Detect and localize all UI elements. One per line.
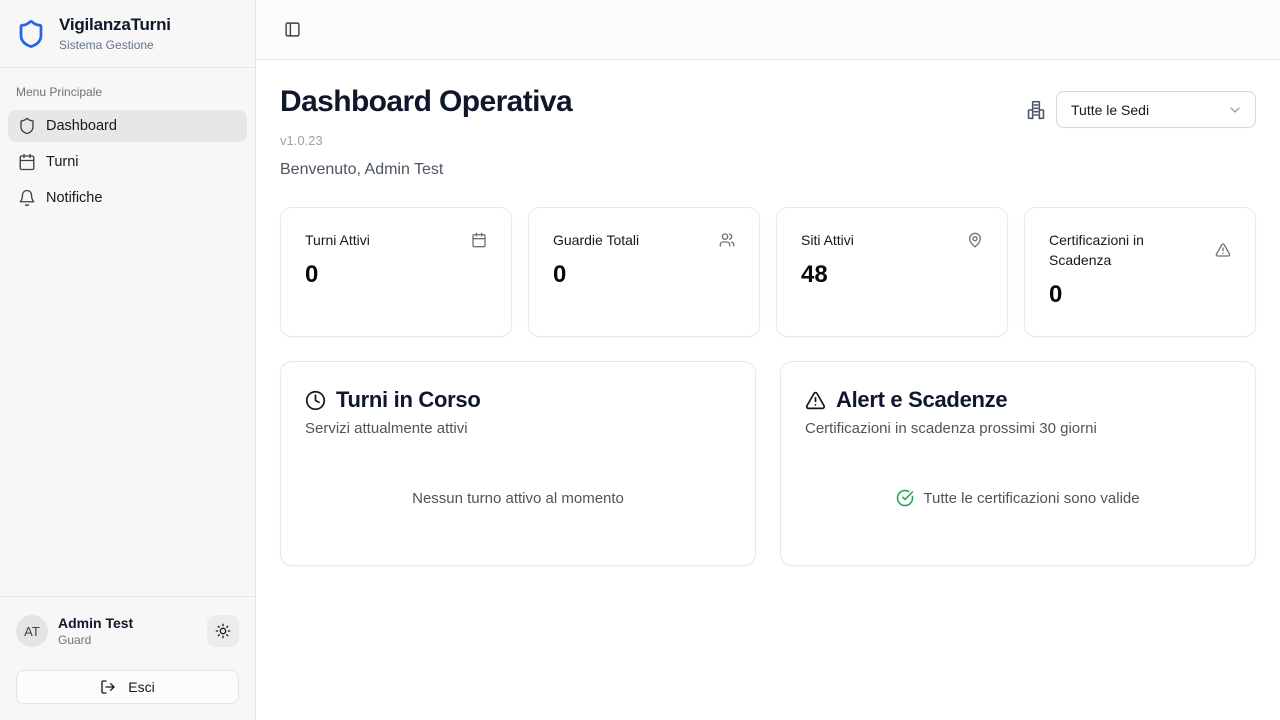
stat-value: 0 bbox=[553, 259, 735, 291]
logout-button[interactable]: Esci bbox=[16, 670, 239, 704]
stat-card-siti-attivi: Siti Attivi 48 bbox=[776, 207, 1008, 337]
stat-value: 0 bbox=[305, 259, 487, 291]
panel-left-icon bbox=[284, 21, 301, 38]
empty-state-message: Tutte le certificazioni sono valide bbox=[923, 490, 1139, 507]
panel-subtitle: Certificazioni in scadenza prossimi 30 g… bbox=[805, 420, 1231, 437]
logout-label: Esci bbox=[128, 679, 154, 695]
page-title: Dashboard Operativa bbox=[280, 84, 572, 120]
sidebar-item-label: Turni bbox=[46, 154, 79, 170]
panel-alert-scadenze: Alert e Scadenze Certificazioni in scade… bbox=[780, 361, 1256, 566]
sidebar-nav: Menu Principale Dashboard Turni bbox=[0, 68, 255, 596]
alert-triangle-icon bbox=[1215, 242, 1231, 258]
user-name: Admin Test bbox=[58, 615, 133, 633]
sidebar-item-notifiche[interactable]: Notifiche bbox=[8, 182, 247, 214]
calendar-icon bbox=[18, 153, 36, 171]
stat-label: Certificazioni in Scadenza bbox=[1049, 230, 1205, 270]
stat-label: Turni Attivi bbox=[305, 230, 370, 250]
stat-label: Guardie Totali bbox=[553, 230, 639, 250]
sidebar-item-label: Dashboard bbox=[46, 118, 117, 134]
shield-logo-icon bbox=[16, 19, 46, 49]
site-filter-select[interactable]: Tutte le Sedi bbox=[1056, 91, 1256, 128]
stats-row: Turni Attivi 0 Guardie Totali bbox=[280, 207, 1256, 337]
sun-icon bbox=[215, 623, 231, 639]
sidebar-item-dashboard[interactable]: Dashboard bbox=[8, 110, 247, 142]
stat-card-certificazioni: Certificazioni in Scadenza 0 bbox=[1024, 207, 1256, 337]
panel-title: Turni in Corso bbox=[336, 386, 481, 414]
app-subtitle: Sistema Gestione bbox=[59, 38, 171, 52]
panel-subtitle: Servizi attualmente attivi bbox=[305, 420, 731, 437]
stat-value: 0 bbox=[1049, 279, 1231, 311]
welcome-text: Benvenuto, Admin Test bbox=[280, 161, 572, 179]
shield-icon bbox=[18, 117, 36, 135]
logout-icon bbox=[100, 679, 116, 695]
sidebar-item-turni[interactable]: Turni bbox=[8, 146, 247, 178]
site-filter-value: Tutte le Sedi bbox=[1071, 102, 1149, 118]
stat-value: 48 bbox=[801, 259, 983, 291]
empty-state-message: Nessun turno attivo al momento bbox=[412, 490, 624, 507]
theme-toggle-button[interactable] bbox=[207, 615, 239, 647]
app-logo-block: VigilanzaTurni Sistema Gestione bbox=[0, 0, 255, 68]
dashboard-content: Dashboard Operativa v1.0.23 Benvenuto, A… bbox=[256, 60, 1280, 720]
map-pin-icon bbox=[967, 232, 983, 248]
nav-section-label: Menu Principale bbox=[8, 85, 247, 99]
app-title: VigilanzaTurni bbox=[59, 15, 171, 35]
user-role: Guard bbox=[58, 633, 133, 648]
alert-triangle-icon bbox=[805, 390, 826, 411]
stat-label: Siti Attivi bbox=[801, 230, 854, 250]
topbar bbox=[256, 0, 1280, 60]
stat-card-turni-attivi: Turni Attivi 0 bbox=[280, 207, 512, 337]
chevron-down-icon bbox=[1227, 102, 1243, 118]
sidebar-footer: AT Admin Test Guard Esci bbox=[0, 596, 255, 720]
users-icon bbox=[719, 232, 735, 248]
version-label: v1.0.23 bbox=[280, 133, 572, 148]
panel-title: Alert e Scadenze bbox=[836, 386, 1007, 414]
user-row: AT Admin Test Guard bbox=[16, 615, 239, 649]
sidebar-toggle-button[interactable] bbox=[278, 16, 306, 44]
stat-card-guardie-totali: Guardie Totali 0 bbox=[528, 207, 760, 337]
main-area: Dashboard Operativa v1.0.23 Benvenuto, A… bbox=[256, 0, 1280, 720]
clock-icon bbox=[305, 390, 326, 411]
sidebar: VigilanzaTurni Sistema Gestione Menu Pri… bbox=[0, 0, 256, 720]
check-circle-icon bbox=[896, 489, 914, 507]
panels-row: Turni in Corso Servizi attualmente attiv… bbox=[280, 361, 1256, 566]
panel-turni-in-corso: Turni in Corso Servizi attualmente attiv… bbox=[280, 361, 756, 566]
sidebar-item-label: Notifiche bbox=[46, 190, 102, 206]
avatar: AT bbox=[16, 615, 48, 647]
bell-icon bbox=[18, 189, 36, 207]
calendar-icon bbox=[471, 232, 487, 248]
building-icon bbox=[1026, 100, 1046, 120]
